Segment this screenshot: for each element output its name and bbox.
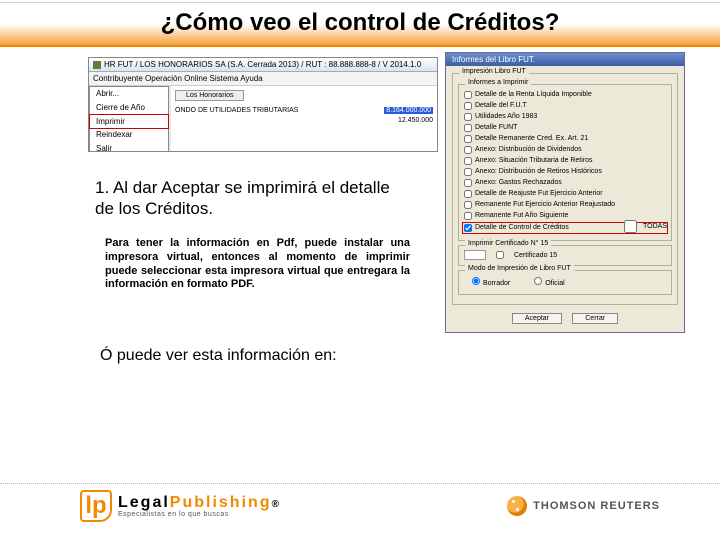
- note-pdf: Para tener la información en Pdf, puede …: [105, 237, 410, 292]
- legend-impresion: Impresión Libro FUT: [459, 68, 529, 75]
- dialog-informes-fut: Informes del Libro FUT. Impresión Libro …: [445, 52, 685, 333]
- chk-label: Detalle de Control de Créditos: [475, 223, 569, 233]
- app-window: HR FUT / LOS HONORARIOS SA (S.A. Cerrada…: [88, 57, 438, 152]
- lp-tagline: Especialistas en lo que buscas: [118, 511, 281, 518]
- cert-spinner[interactable]: [464, 250, 486, 260]
- chk-retiros-hist[interactable]: Anexo: Distribución de Retiros Histórico…: [464, 167, 666, 177]
- chk-reajuste[interactable]: Detalle de Reajuste Fut Ejercicio Anteri…: [464, 189, 666, 199]
- chk-1983[interactable]: Utilidades Año 1983: [464, 112, 666, 122]
- tr-mark-icon: [507, 496, 527, 516]
- dialog-titlebar: Informes del Libro FUT.: [446, 53, 684, 66]
- body-title: ONDO DE UTILIDADES TRIBUTARIAS: [175, 107, 298, 114]
- chk-rli[interactable]: Detalle de la Renta Líquida Imponible: [464, 90, 666, 100]
- group-certificado: Imprimir Certificado N° 15 Certificado 1…: [458, 245, 672, 266]
- chk-rem-anterior[interactable]: Remanente Fut Ejercicio Anterior Reajust…: [464, 200, 666, 210]
- chk-label: Detalle del F.U.T: [475, 101, 527, 111]
- group-impresion: Impresión Libro FUT Informes a Imprimir …: [452, 73, 678, 305]
- chk-label: Utilidades Año 1983: [475, 112, 537, 122]
- group-modo: Modo de Impresión de Libro FUT Borrador …: [458, 270, 672, 295]
- or-line: Ó puede ver esta información en:: [100, 347, 337, 365]
- radio-oficial[interactable]: Oficial: [534, 277, 564, 287]
- app-titlebar: HR FUT / LOS HONORARIOS SA (S.A. Cerrada…: [89, 58, 437, 72]
- chk-label: Detalle FUNT: [475, 123, 517, 133]
- chk-gastos[interactable]: Anexo: Gastos Rechazados: [464, 178, 666, 188]
- menu-salir[interactable]: Salir: [90, 142, 168, 152]
- radio-borrador[interactable]: Borrador: [472, 277, 510, 287]
- chk-label: Anexo: Gastos Rechazados: [475, 178, 562, 188]
- radio-label: Oficial: [545, 280, 564, 287]
- radio-label: Borrador: [483, 280, 510, 287]
- chk-remanente-cred[interactable]: Detalle Remanente Cred. Ex. Art. 21: [464, 134, 666, 144]
- slide-title: ¿Cómo veo el control de Créditos?: [0, 9, 720, 37]
- app-body: Los Honorarios ONDO DE UTILIDADES TRIBUT…: [171, 86, 437, 151]
- aceptar-button[interactable]: Aceptar: [512, 313, 562, 324]
- legend-modo: Modo de Impresión de Libro FUT: [465, 265, 574, 272]
- value-selected: 8.164.000.000: [384, 107, 433, 114]
- app-icon: [93, 61, 101, 69]
- chk-cert15-label: Certificado 15: [514, 252, 557, 259]
- menu-imprimir[interactable]: Imprimir: [89, 114, 169, 129]
- chk-label: TODAS: [643, 223, 667, 230]
- chk-funt[interactable]: Detalle FUNT: [464, 123, 666, 133]
- logo-legalpublishing: lp LegalPublishing® Especialistas en lo …: [80, 490, 281, 522]
- menu-dropdown: Abrir... Cierre de Año Imprimir Reindexa…: [89, 86, 169, 152]
- chk-label: Detalle Remanente Cred. Ex. Art. 21: [475, 134, 588, 144]
- chk-fut[interactable]: Detalle del F.U.T: [464, 101, 666, 111]
- menu-cierre[interactable]: Cierre de Año: [90, 101, 168, 115]
- logo-thomson-reuters: THOMSON REUTERS: [507, 496, 660, 516]
- app-menubar[interactable]: Contribuyente Operación Online Sistema A…: [89, 72, 437, 86]
- step-1-text: 1. Al dar Aceptar se imprimirá el detall…: [95, 177, 395, 220]
- chk-todas[interactable]: TODAS: [620, 217, 667, 236]
- group-informes: Informes a Imprimir Detalle de la Renta …: [458, 84, 672, 241]
- menu-abrir[interactable]: Abrir...: [90, 87, 168, 101]
- legend-cert: Imprimir Certificado N° 15: [465, 240, 551, 247]
- title-band: ¿Cómo veo el control de Créditos?: [0, 3, 720, 47]
- chk-label: Detalle de Reajuste Fut Ejercicio Anteri…: [475, 189, 603, 199]
- chk-label: Remanente Fut Ejercicio Anterior Reajust…: [475, 200, 615, 210]
- legend-informes: Informes a Imprimir: [465, 79, 531, 86]
- chk-label: Remanente Fut Año Siguiente: [475, 211, 568, 221]
- app-titlebar-text: HR FUT / LOS HONORARIOS SA (S.A. Cerrada…: [104, 60, 421, 69]
- chk-label: Anexo: Distribución de Dividendos: [475, 145, 582, 155]
- chk-retiros[interactable]: Anexo: Situación Tributaria de Retiros: [464, 156, 666, 166]
- menu-reindexar[interactable]: Reindexar: [90, 128, 168, 142]
- tab-honorarios[interactable]: Los Honorarios: [175, 90, 244, 101]
- chk-label: Anexo: Distribución de Retiros Histórico…: [475, 167, 602, 177]
- chk-cert15-box[interactable]: [496, 251, 504, 259]
- chk-label: Anexo: Situación Tributaria de Retiros: [475, 156, 593, 166]
- tr-brand: THOMSON REUTERS: [533, 500, 660, 512]
- lp-mark-icon: lp: [80, 490, 112, 522]
- lp-brand: LegalPublishing®: [118, 495, 281, 511]
- chk-label: Detalle de la Renta Líquida Imponible: [475, 90, 592, 100]
- footer: lp LegalPublishing® Especialistas en lo …: [0, 483, 720, 522]
- value-secondary: 12.450.000: [398, 117, 433, 124]
- cerrar-button[interactable]: Cerrar: [572, 313, 618, 324]
- chk-dividendos[interactable]: Anexo: Distribución de Dividendos: [464, 145, 666, 155]
